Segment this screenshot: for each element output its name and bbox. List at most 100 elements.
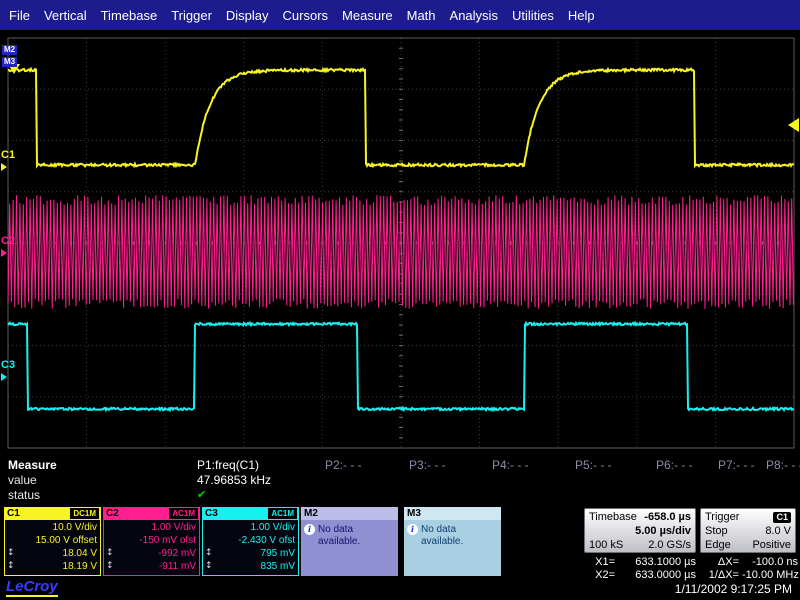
- channel-header: C1 DC1M: [4, 507, 101, 520]
- measure-table: Measure P1:freq(C1) P2:- - - P3:- - - P4:- -…: [0, 457, 800, 502]
- info-icon: i: [407, 524, 418, 535]
- measure-param-p6[interactable]: P6:- - -: [656, 458, 718, 472]
- vertical-scale: 1.00 V/div: [250, 522, 295, 533]
- trace-c2: [7, 194, 794, 310]
- math-id: M2: [301, 507, 398, 520]
- level-base-value: 18.19 V: [62, 561, 97, 572]
- measure-status-label: status: [8, 487, 41, 502]
- math-message: No data available.: [421, 524, 464, 547]
- level-arrows-icon: ↕: [7, 548, 15, 558]
- channel-id: C2: [106, 508, 119, 519]
- channel-settings: 1.00 V/div -150 mV ofst ↕ -992 mV ↕ -911 m…: [103, 520, 200, 576]
- level-top-value: 795 mV: [260, 548, 295, 559]
- measure-param-p4[interactable]: P4:- - -: [492, 458, 575, 472]
- timebase-label: Timebase: [589, 511, 637, 523]
- level-arrows-icon: ↕: [106, 548, 114, 558]
- menu-item-trigger[interactable]: Trigger: [164, 8, 219, 23]
- vertical-offset: 15.00 V offset: [35, 535, 97, 546]
- menu-bar: File Vertical Timebase Trigger Display Cursor…: [0, 0, 800, 30]
- channel-header: C3 AC1M: [202, 507, 299, 520]
- menu-item-timebase[interactable]: Timebase: [94, 8, 165, 23]
- level-arrows-icon: ↕: [205, 548, 213, 558]
- menu-item-help[interactable]: Help: [561, 8, 602, 23]
- vertical-scale: 10.0 V/div: [52, 522, 97, 533]
- x1-label: X1=: [595, 556, 615, 568]
- channel-header: C2 AC1M: [103, 507, 200, 520]
- level-arrows-icon: ↕: [7, 561, 15, 571]
- datetime: 1/11/2002 9:17:25 PM: [674, 582, 792, 596]
- measure-param-p2[interactable]: P2:- - -: [325, 458, 409, 472]
- waveform-svg: [7, 37, 799, 449]
- timebase-delay: -658.0 µs: [644, 511, 691, 523]
- menu-item-utilities[interactable]: Utilities: [505, 8, 561, 23]
- timebase-panel[interactable]: Timebase -658.0 µs 5.00 µs/div 100 kS 2.…: [584, 508, 696, 553]
- menu-item-analysis[interactable]: Analysis: [443, 8, 505, 23]
- channel-settings: 10.0 V/div 15.00 V offset ↕ 18.04 V ↕ 18.1…: [4, 520, 101, 576]
- level-top-value: 18.04 V: [62, 548, 97, 559]
- info-icon: i: [304, 524, 315, 535]
- channel-settings: 1.00 V/div -2.430 V ofst ↕ 795 mV ↕ 835 mV: [202, 520, 299, 576]
- math-message: No data available.: [318, 524, 361, 547]
- vertical-offset: -2.430 V ofst: [238, 535, 295, 546]
- measure-param-p3[interactable]: P3:- - -: [409, 458, 492, 472]
- menu-item-measure[interactable]: Measure: [335, 8, 400, 23]
- x1-value: 633.1000 µs: [635, 556, 696, 568]
- math-body: i No data available.: [301, 520, 398, 576]
- channel-descriptor-c1[interactable]: C1 DC1M 10.0 V/div 15.00 V offset ↕ 18.04…: [4, 507, 101, 576]
- waveform-display[interactable]: M2 M3 C1 C2 C3: [0, 30, 800, 455]
- level-base-value: 835 mV: [260, 561, 295, 572]
- trigger-panel[interactable]: Trigger C1 Stop 8.0 V Edge Positive: [700, 508, 796, 553]
- coupling-badge: AC1M: [169, 508, 198, 519]
- level-arrows-icon: ↕: [205, 561, 213, 571]
- menu-item-cursors[interactable]: Cursors: [276, 8, 336, 23]
- channel-id: C1: [7, 508, 20, 519]
- menu-item-math[interactable]: Math: [400, 8, 443, 23]
- trigger-source-badge: C1: [773, 511, 791, 523]
- invdx-value: -10.00 MHz: [742, 569, 799, 581]
- vertical-offset: -150 mV ofst: [139, 535, 196, 546]
- x2-value: 633.0000 µs: [635, 569, 696, 581]
- menu-item-display[interactable]: Display: [219, 8, 276, 23]
- trace-label-c2[interactable]: C2: [1, 236, 15, 257]
- measure-status-p1: ✔: [197, 488, 207, 501]
- channel-id: C3: [205, 508, 218, 519]
- dx-value: -100.0 ns: [752, 556, 798, 568]
- measure-param-p1[interactable]: P1:freq(C1): [197, 458, 325, 472]
- channel-descriptor-c2[interactable]: C2 AC1M 1.00 V/div -150 mV ofst ↕ -992 mV…: [103, 507, 200, 576]
- dx-label: ΔX=: [717, 556, 739, 568]
- measure-value-p1: 47.96853 kHz: [197, 472, 272, 487]
- menu-item-vertical[interactable]: Vertical: [37, 8, 94, 23]
- channel-descriptor-c3[interactable]: C3 AC1M 1.00 V/div -2.430 V ofst ↕ 795 mV…: [202, 507, 299, 576]
- trigger-type: Edge: [705, 539, 731, 551]
- math-body: i No data available.: [404, 520, 501, 576]
- trigger-label: Trigger: [705, 511, 740, 523]
- measure-param-p5[interactable]: P5:- - -: [575, 458, 656, 472]
- trigger-slope: Positive: [752, 539, 791, 551]
- measure-param-p8[interactable]: P8:- - -: [766, 458, 800, 472]
- coupling-badge: AC1M: [268, 508, 297, 519]
- math-descriptor-m3[interactable]: M3 i No data available.: [404, 507, 501, 576]
- math-id: M3: [404, 507, 501, 520]
- trace-c1: [7, 66, 795, 169]
- timebase-samples: 100 kS: [589, 539, 624, 551]
- measure-title: Measure: [8, 457, 57, 472]
- vertical-scale: 1.00 V/div: [151, 522, 196, 533]
- timebase-rate: 2.0 GS/s: [648, 539, 691, 551]
- trigger-mode: Stop: [705, 525, 728, 537]
- oscilloscope-screen: File Vertical Timebase Trigger Display Cursor…: [0, 0, 800, 600]
- trace-tag-m3[interactable]: M3: [2, 57, 18, 67]
- measure-param-p7[interactable]: P7:- - -: [718, 458, 766, 472]
- cursor-readout: X1= 633.1000 µs ΔX= -100.0 ns X2= 633.00…: [584, 556, 799, 582]
- trace-tag-m2[interactable]: M2: [2, 45, 18, 55]
- level-top-value: -992 mV: [158, 548, 196, 559]
- trace-label-c3[interactable]: C3: [1, 360, 15, 381]
- invdx-label: 1/ΔX=: [708, 569, 739, 581]
- lecroy-logo: LeCroy: [6, 578, 58, 597]
- math-descriptor-m2[interactable]: M2 i No data available.: [301, 507, 398, 576]
- level-arrows-icon: ↕: [106, 561, 114, 571]
- measure-value-label: value: [8, 472, 37, 487]
- menu-item-file[interactable]: File: [2, 8, 37, 23]
- x2-label: X2=: [595, 569, 615, 581]
- trace-label-c1[interactable]: C1: [1, 150, 15, 171]
- level-base-value: -911 mV: [158, 561, 196, 572]
